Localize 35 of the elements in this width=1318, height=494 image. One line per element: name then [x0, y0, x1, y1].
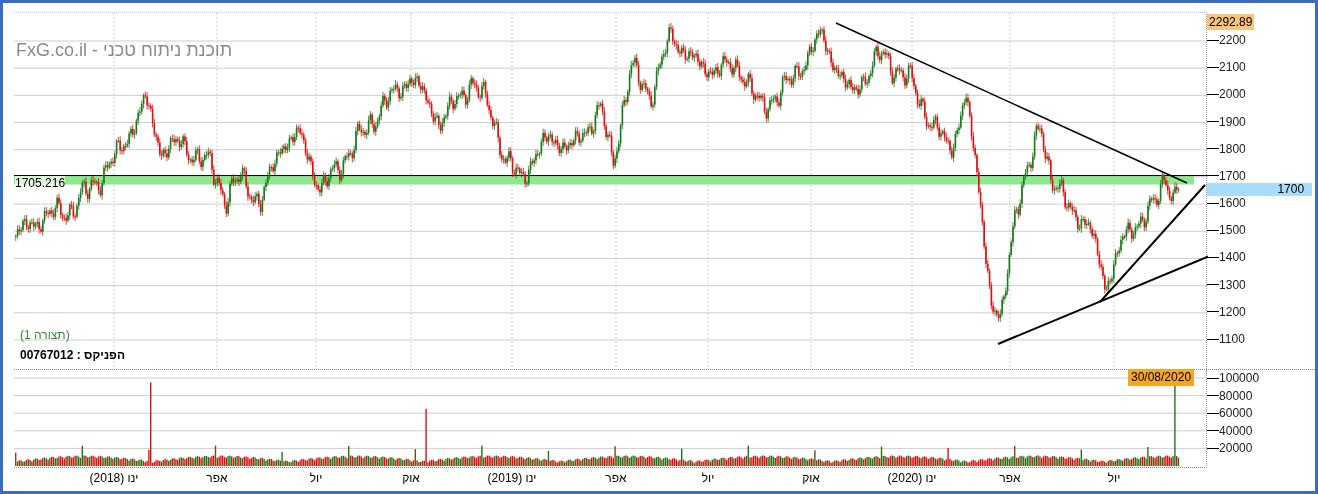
price-tick-label: 1800 [1219, 141, 1246, 156]
date-label: 30/08/2020 [1128, 369, 1195, 386]
price-tick-label: 1600 [1219, 196, 1246, 211]
time-tick-label: אפר [999, 471, 1021, 485]
price-tick-label: 1100 [1219, 332, 1245, 346]
time-tick-label: יול [309, 471, 323, 485]
time-tick-label: ינו (2020) [887, 471, 937, 485]
security-label: הפניקס : 00767012 [20, 347, 125, 364]
time-tick-label: ינו (2019) [487, 471, 537, 485]
price-tick-label: 2200 [1219, 33, 1246, 47]
time-tick-label: אוק [402, 471, 420, 485]
price-tick-label: 1200 [1219, 304, 1246, 319]
price-tick-label: 1400 [1219, 250, 1246, 265]
time-tick-label: ינו (2018) [89, 471, 139, 485]
time-tick-label: יול [1107, 471, 1121, 485]
volume-tick-label: 20000 [1219, 441, 1253, 456]
time-tick-label: יול [701, 471, 715, 485]
time-tick-label: אפר [605, 471, 627, 485]
pattern-label: (תצורה 1) [20, 327, 70, 344]
price-tick-label: 1500 [1219, 223, 1246, 238]
price-tick-label: 2100 [1219, 60, 1246, 75]
time-tick-label: אפר [206, 471, 228, 485]
price-tick-label: 2000 [1219, 87, 1246, 102]
volume-tick-label: 80000 [1219, 388, 1253, 403]
price-tick-label: 1700 [1219, 168, 1246, 183]
volume-tick-label: 100000 [1219, 371, 1260, 385]
price-tick-label: 1300 [1219, 277, 1246, 292]
time-tick-label: אוק [802, 471, 820, 485]
price-tick-label: 1900 [1219, 114, 1246, 129]
volume-tick-label: 60000 [1219, 406, 1253, 421]
last-price-label: 2292.89 [1207, 14, 1255, 30]
level-value-label: 1705.216 [15, 176, 66, 190]
volume-tick-label: 40000 [1219, 423, 1253, 438]
level-axis-label: 1700 [1207, 183, 1313, 196]
watermark-text: תוכנת ניתוח טכני - FxG.co.il [16, 39, 233, 62]
